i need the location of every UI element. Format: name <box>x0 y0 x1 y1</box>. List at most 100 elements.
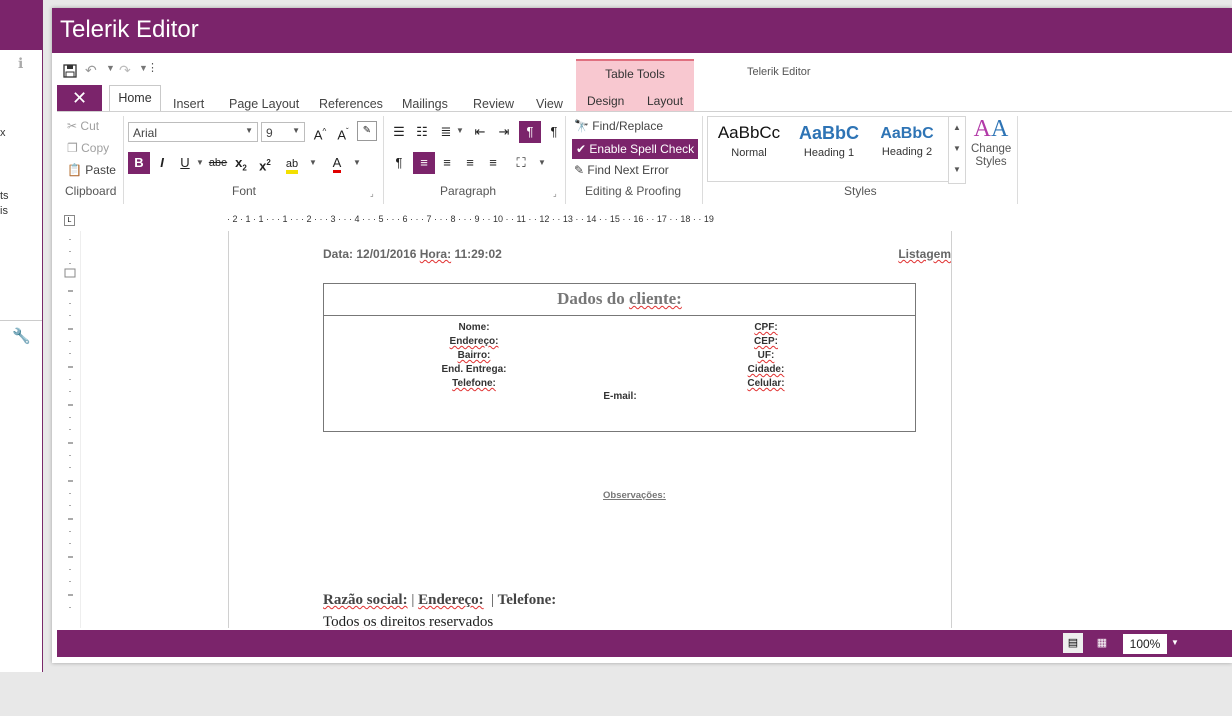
rtl-paragraph-button[interactable]: ¶ <box>543 121 565 143</box>
document-page[interactable]: Data: 12/01/2016 Hora: 11:29:02 Listagem… <box>228 231 952 628</box>
shrink-font-button[interactable]: Aˇ <box>332 121 354 143</box>
style-name: Normal <box>731 147 767 159</box>
style-heading-2[interactable]: AaBbC Heading 2 <box>871 123 943 158</box>
chevron-down-icon: ▼ <box>292 126 300 135</box>
telefone-label: Telefone: <box>497 592 557 608</box>
copy-icon: ❐ <box>67 141 78 155</box>
tab-design[interactable]: Design <box>587 94 624 108</box>
footer-line-1: Razão social: | Endereço: | Telefone: <box>323 592 556 609</box>
chevron-down-icon[interactable]: ▼ <box>196 158 204 167</box>
bullets-button[interactable]: ☰ <box>388 121 410 143</box>
field-label: CPF: <box>754 322 778 333</box>
divider <box>0 320 42 321</box>
bold-button[interactable]: B <box>128 152 150 174</box>
tab-page-layout[interactable]: Page Layout <box>229 97 299 111</box>
paragraph-marks-button[interactable]: ¶ <box>388 152 410 174</box>
paragraph-dialog-launcher-icon[interactable]: ⌟ <box>553 189 557 198</box>
client-data-table[interactable]: Dados do cliente: Nome: Endereço: Bairro… <box>323 283 916 432</box>
grow-font-button[interactable]: A^ <box>309 121 331 143</box>
tab-view[interactable]: View <box>536 97 563 111</box>
font-size-value: 9 <box>266 126 273 140</box>
chevron-down-icon[interactable]: ▼ <box>456 126 464 135</box>
chevron-down-icon: ▼ <box>245 126 253 135</box>
tab-layout[interactable]: Layout <box>647 94 683 108</box>
chevron-down-icon[interactable]: ▼ <box>538 158 546 167</box>
strikethrough-button[interactable]: abe <box>207 152 229 174</box>
table-title-text: cliente: <box>628 289 682 308</box>
font-family-select[interactable]: Arial ▼ <box>128 122 258 142</box>
application-menu-button[interactable]: ✕ <box>57 85 102 111</box>
separator: | <box>491 592 495 608</box>
find-replace-button[interactable]: 🔭 Find/Replace <box>574 119 663 133</box>
show-formatting-button[interactable]: ¶ <box>519 121 541 143</box>
undo-icon[interactable]: ↶ <box>85 62 97 79</box>
tab-mailings[interactable]: Mailings <box>402 97 448 111</box>
table-title-text: Dados do <box>557 289 629 308</box>
style-preview: AaBbCc <box>717 123 781 142</box>
shading-button[interactable]: ⛶ <box>510 152 532 174</box>
chevron-down-icon[interactable]: ▼ <box>1171 638 1179 647</box>
scissors-icon: ✂ <box>67 119 78 133</box>
divider <box>383 116 384 204</box>
paint-bucket-icon: ⛶ <box>516 155 526 170</box>
footer-line-2: Todos os direitos reservados <box>323 614 493 628</box>
subscript-button[interactable]: x2 <box>230 152 252 174</box>
font-dialog-launcher-icon[interactable]: ⌟ <box>370 189 374 198</box>
font-size-select[interactable]: 9 ▼ <box>261 122 305 142</box>
document-area[interactable]: Data: 12/01/2016 Hora: 11:29:02 Listagem… <box>57 231 1232 628</box>
tab-stop-icon[interactable]: L <box>64 215 75 226</box>
vertical-ruler[interactable] <box>60 231 81 628</box>
align-center-button[interactable]: ≡ <box>436 152 458 174</box>
ribbon: ↶ ▼ ↷ ▼ ⋮ ✕ Home Insert Page Layout Refe… <box>57 57 1232 209</box>
align-left-button[interactable]: ≡ <box>413 152 435 174</box>
redo-icon[interactable]: ↷ <box>119 62 131 79</box>
multilevel-list-button[interactable]: ≣ <box>435 121 457 143</box>
justify-button[interactable]: ≡ <box>482 152 504 174</box>
chevron-down-icon[interactable]: ▼ <box>309 158 317 167</box>
enable-spell-check-button[interactable]: ✔ Enable Spell Check <box>572 139 698 159</box>
tab-insert[interactable]: Insert <box>173 97 204 111</box>
time-value: 11:29:02 <box>454 247 502 261</box>
font-color-button[interactable]: A <box>326 152 348 174</box>
cut-button[interactable]: ✂ Cut <box>67 119 99 133</box>
field-label: Nome: <box>458 322 490 333</box>
horizontal-ruler[interactable]: L · 2 · 1 · 1 · · · 1 · · · 2 · · · 3 · … <box>57 211 1232 231</box>
chevron-down-icon[interactable]: ▼ <box>106 63 115 73</box>
zoom-level[interactable]: 100% <box>1123 634 1167 654</box>
style-normal[interactable]: AaBbCc Normal <box>713 123 785 159</box>
paste-button[interactable]: 📋 Paste <box>67 163 116 177</box>
tab-references[interactable]: References <box>319 97 383 111</box>
numbering-button[interactable]: ☷ <box>411 121 433 143</box>
find-next-error-button[interactable]: ✎ Find Next Error <box>574 163 669 177</box>
underline-button[interactable]: U <box>174 152 196 174</box>
customize-qat-icon[interactable]: ⋮ <box>147 61 158 74</box>
superscript-button[interactable]: x2 <box>254 152 276 174</box>
copy-button[interactable]: ❐ Copy <box>67 141 109 155</box>
decrease-indent-button[interactable]: ⇤ <box>469 121 491 143</box>
clear-formatting-button[interactable]: ✎ <box>357 121 377 141</box>
wrench-icon: 🔧 <box>12 328 31 345</box>
table-title: Dados do cliente: <box>324 284 915 316</box>
font-color-icon: A <box>332 155 342 173</box>
chevron-down-icon[interactable]: ▼ <box>353 158 361 167</box>
highlight-button[interactable]: ab <box>281 152 303 174</box>
align-right-button[interactable]: ≡ <box>459 152 481 174</box>
status-bar: ▤ ▦ 100% ▼ <box>57 630 1232 657</box>
save-icon[interactable] <box>63 64 77 81</box>
style-heading-1[interactable]: AaBbC Heading 1 <box>793 123 865 159</box>
editor-window: Telerik Editor ↶ ▼ ↷ ▼ ⋮ ✕ Home Insert P… <box>52 8 1232 663</box>
field-label: Telefone: <box>452 378 496 389</box>
print-layout-icon[interactable]: ▤ <box>1063 633 1083 653</box>
change-styles-button[interactable]: AA Change Styles <box>971 116 1011 169</box>
tab-review[interactable]: Review <box>473 97 514 111</box>
web-layout-icon[interactable]: ▦ <box>1092 633 1112 653</box>
right-fields: CPF: CEP: UF: Cidade: Celular: <box>716 321 816 391</box>
change-styles-icon: AA <box>973 116 1009 142</box>
styles-scroll[interactable]: ▲ ▼ ▼ <box>948 116 966 184</box>
italic-button[interactable]: I <box>151 152 173 174</box>
time-label: Hora: <box>419 247 452 261</box>
find-replace-label: Find/Replace <box>592 119 664 133</box>
style-preview: AaBbC <box>880 125 934 142</box>
increase-indent-button[interactable]: ⇥ <box>493 121 515 143</box>
tab-home[interactable]: Home <box>109 85 161 112</box>
